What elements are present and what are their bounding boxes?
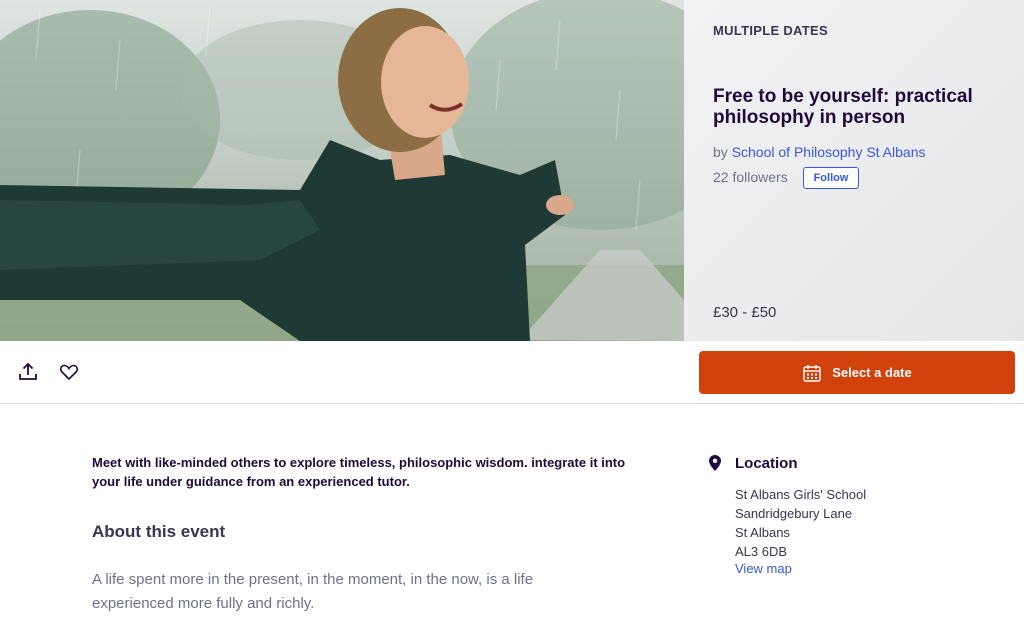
organizer-link[interactable]: School of Philosophy St Albans (732, 144, 926, 160)
heart-icon[interactable] (58, 361, 80, 383)
about-heading: About this event (92, 522, 226, 541)
organizer-line: by School of Philosophy St Albans (713, 144, 925, 160)
event-summary: Meet with like-minded others to explore … (92, 455, 626, 489)
select-date-label: Select a date (832, 365, 912, 380)
calendar-icon (803, 364, 821, 382)
organizer-by-label: by (713, 144, 728, 160)
event-hero: MULTIPLE DATES Free to be yourself: prac… (0, 0, 1024, 341)
venue-address: St Albans Girls' School Sandridgebury La… (735, 485, 866, 561)
about-description: A life spent more in the present, in the… (92, 571, 534, 612)
event-hero-image (0, 0, 684, 341)
address-line: AL3 6DB (735, 544, 788, 559)
location-heading: Location (735, 455, 798, 472)
address-line: St Albans (735, 525, 790, 540)
event-dates-label: MULTIPLE DATES (713, 23, 828, 38)
hero-photo-illustration (0, 0, 684, 341)
view-map-link[interactable]: View map (735, 561, 792, 576)
share-icon[interactable] (17, 361, 39, 383)
select-date-button[interactable]: Select a date (699, 351, 1015, 394)
event-hero-panel: MULTIPLE DATES Free to be yourself: prac… (684, 0, 1024, 341)
map-pin-icon (709, 455, 721, 471)
price-range: £30 - £50 (713, 304, 777, 321)
address-line: St Albans Girls' School (735, 487, 867, 502)
follow-button[interactable]: Follow (803, 167, 859, 189)
event-title: Free to be yourself: practical philosoph… (713, 86, 973, 128)
action-bar: Select a date (0, 341, 1024, 404)
address-line: Sandridgebury Lane (735, 506, 853, 521)
followers-count: 22 followers (713, 169, 788, 185)
